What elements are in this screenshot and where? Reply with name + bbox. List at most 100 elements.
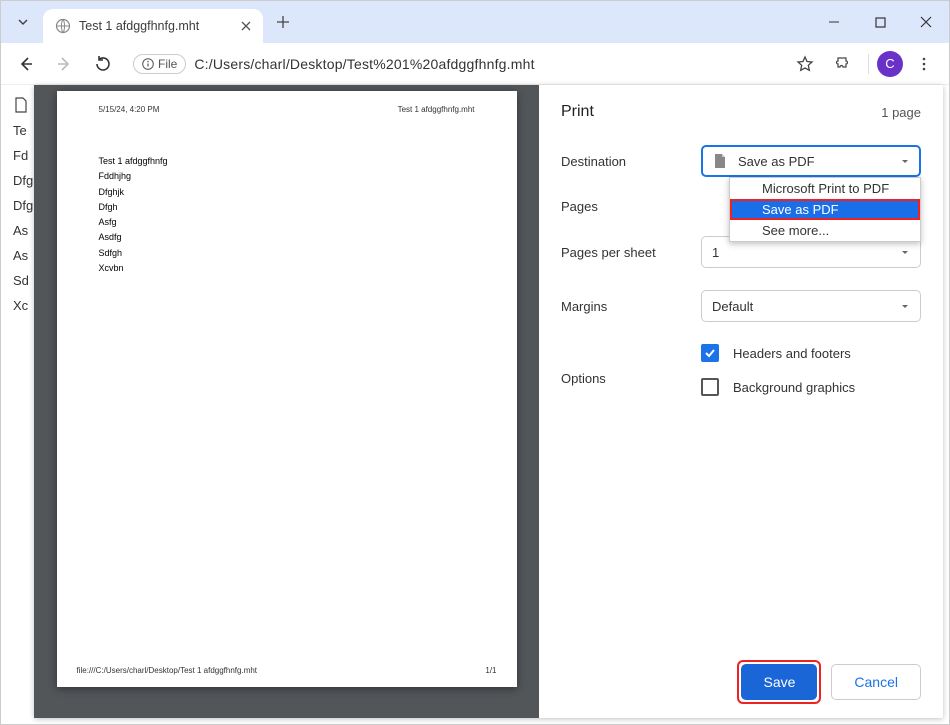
globe-icon (55, 18, 71, 34)
new-tab-button[interactable] (269, 8, 297, 36)
menu-button[interactable] (907, 47, 941, 81)
check-icon (704, 347, 716, 359)
preview-line: Sdfgh (99, 246, 475, 261)
browser-tab[interactable]: Test 1 afdggfhnfg.mht (43, 9, 263, 43)
print-header: Print 1 page (561, 103, 921, 121)
bg-line: Dfg (13, 173, 34, 188)
options-row: Options Headers and footers Background g… (561, 344, 921, 412)
star-icon (796, 55, 814, 73)
preview-line: Dfghjk (99, 185, 475, 200)
bg-line: Te (13, 123, 34, 138)
puzzle-icon (835, 55, 852, 72)
url-text: C:/Users/charl/Desktop/Test%201%20afdggf… (194, 56, 534, 72)
cancel-button[interactable]: Cancel (831, 664, 921, 700)
minimize-icon (828, 16, 840, 28)
pdf-file-icon (712, 153, 728, 169)
preview-datetime: 5/15/24, 4:20 PM (99, 105, 160, 114)
chevron-down-icon (17, 16, 29, 28)
preview-footer-path: file:///C:/Users/charl/Desktop/Test 1 af… (77, 666, 258, 675)
headers-footers-option[interactable]: Headers and footers (701, 344, 921, 362)
bookmark-button[interactable] (788, 47, 822, 81)
avatar-letter: C (885, 56, 894, 71)
preview-page-indicator: 1/1 (485, 666, 496, 675)
arrow-right-icon (55, 55, 73, 73)
profile-avatar[interactable]: C (877, 51, 903, 77)
preview-footer: file:///C:/Users/charl/Desktop/Test 1 af… (77, 666, 497, 675)
minimize-button[interactable] (811, 5, 857, 39)
address-bar[interactable]: File C:/Users/charl/Desktop/Test%201%20a… (123, 48, 784, 80)
tab-title: Test 1 afdggfhnfg.mht (79, 19, 237, 33)
close-icon (920, 16, 932, 28)
preview-header: 5/15/24, 4:20 PM Test 1 afdggfhnfg.mht (99, 105, 475, 114)
background-graphics-checkbox[interactable] (701, 378, 719, 396)
toolbar: File C:/Users/charl/Desktop/Test%201%20a… (1, 43, 949, 85)
back-button[interactable] (9, 47, 43, 81)
tab-close-button[interactable] (237, 17, 255, 35)
destination-selected: Save as PDF (738, 154, 815, 169)
print-preview: 5/15/24, 4:20 PM Test 1 afdggfhnfg.mht T… (34, 85, 539, 718)
destination-option-savepdf[interactable]: Save as PDF (730, 199, 920, 220)
save-button[interactable]: Save (741, 664, 817, 700)
dropdown-arrow-icon (900, 301, 910, 311)
preview-line: Dfgh (99, 200, 475, 215)
destination-option-seemore[interactable]: See more... (730, 220, 920, 241)
print-page-count: 1 page (881, 105, 921, 120)
bg-line: As (13, 223, 34, 238)
bg-line: As (13, 248, 34, 263)
kebab-icon (916, 56, 932, 72)
background-graphics-label: Background graphics (733, 380, 855, 395)
preview-line: Asfg (99, 215, 475, 230)
toolbar-divider (868, 54, 869, 74)
file-icon (13, 97, 29, 113)
preview-line: Fddhjhg (99, 169, 475, 184)
info-icon (142, 58, 154, 70)
print-footer: Save Cancel (561, 664, 921, 700)
print-dialog: 5/15/24, 4:20 PM Test 1 afdggfhnfg.mht T… (34, 85, 943, 718)
destination-select[interactable]: Save as PDF (701, 145, 921, 177)
maximize-button[interactable] (857, 5, 903, 39)
dropdown-arrow-icon (900, 247, 910, 257)
print-settings-panel: Print 1 page Destination Save as PDF (539, 85, 943, 718)
security-badge[interactable]: File (133, 54, 186, 74)
pages-per-sheet-value: 1 (712, 245, 719, 260)
window-controls (811, 1, 949, 43)
reload-icon (94, 55, 111, 72)
close-icon (241, 21, 251, 31)
forward-button[interactable] (47, 47, 81, 81)
arrow-left-icon (17, 55, 35, 73)
reload-button[interactable] (85, 47, 119, 81)
destination-option-msprint[interactable]: Microsoft Print to PDF (730, 178, 920, 199)
preview-title: Test 1 afdggfhnfg.mht (398, 105, 475, 114)
bg-line: Dfg (13, 198, 34, 213)
headers-footers-label: Headers and footers (733, 346, 851, 361)
print-title: Print (561, 103, 594, 121)
destination-label: Destination (561, 154, 701, 169)
preview-line: Asdfg (99, 230, 475, 245)
extensions-button[interactable] (826, 47, 860, 81)
plus-icon (276, 15, 290, 29)
headers-footers-checkbox[interactable] (701, 344, 719, 362)
destination-dropdown: Microsoft Print to PDF Save as PDF See m… (729, 177, 921, 242)
background-page-bleed: Te Fd Dfg Dfg As As Sd Xc (1, 85, 34, 724)
margins-row: Margins Default (561, 290, 921, 322)
preview-body: Test 1 afdggfhnfg Fddhjhg Dfghjk Dfgh As… (99, 154, 475, 276)
pages-per-sheet-label: Pages per sheet (561, 245, 701, 260)
margins-select[interactable]: Default (701, 290, 921, 322)
options-label: Options (561, 371, 701, 386)
tab-search-button[interactable] (9, 8, 37, 36)
dropdown-arrow-icon (900, 156, 910, 166)
preview-line: Test 1 afdggfhnfg (99, 154, 475, 169)
pages-label: Pages (561, 199, 701, 214)
margins-label: Margins (561, 299, 701, 314)
margins-value: Default (712, 299, 753, 314)
content-area: Te Fd Dfg Dfg As As Sd Xc 5/15/24, 4:20 … (1, 85, 949, 724)
destination-row: Destination Save as PDF (561, 145, 921, 177)
background-graphics-option[interactable]: Background graphics (701, 378, 921, 396)
file-badge-text: File (158, 57, 177, 71)
preview-page: 5/15/24, 4:20 PM Test 1 afdggfhnfg.mht T… (57, 91, 517, 687)
close-window-button[interactable] (903, 5, 949, 39)
bg-line: Fd (13, 148, 34, 163)
titlebar: Test 1 afdggfhnfg.mht (1, 1, 949, 43)
preview-line: Xcvbn (99, 261, 475, 276)
bg-line: Sd (13, 273, 34, 288)
